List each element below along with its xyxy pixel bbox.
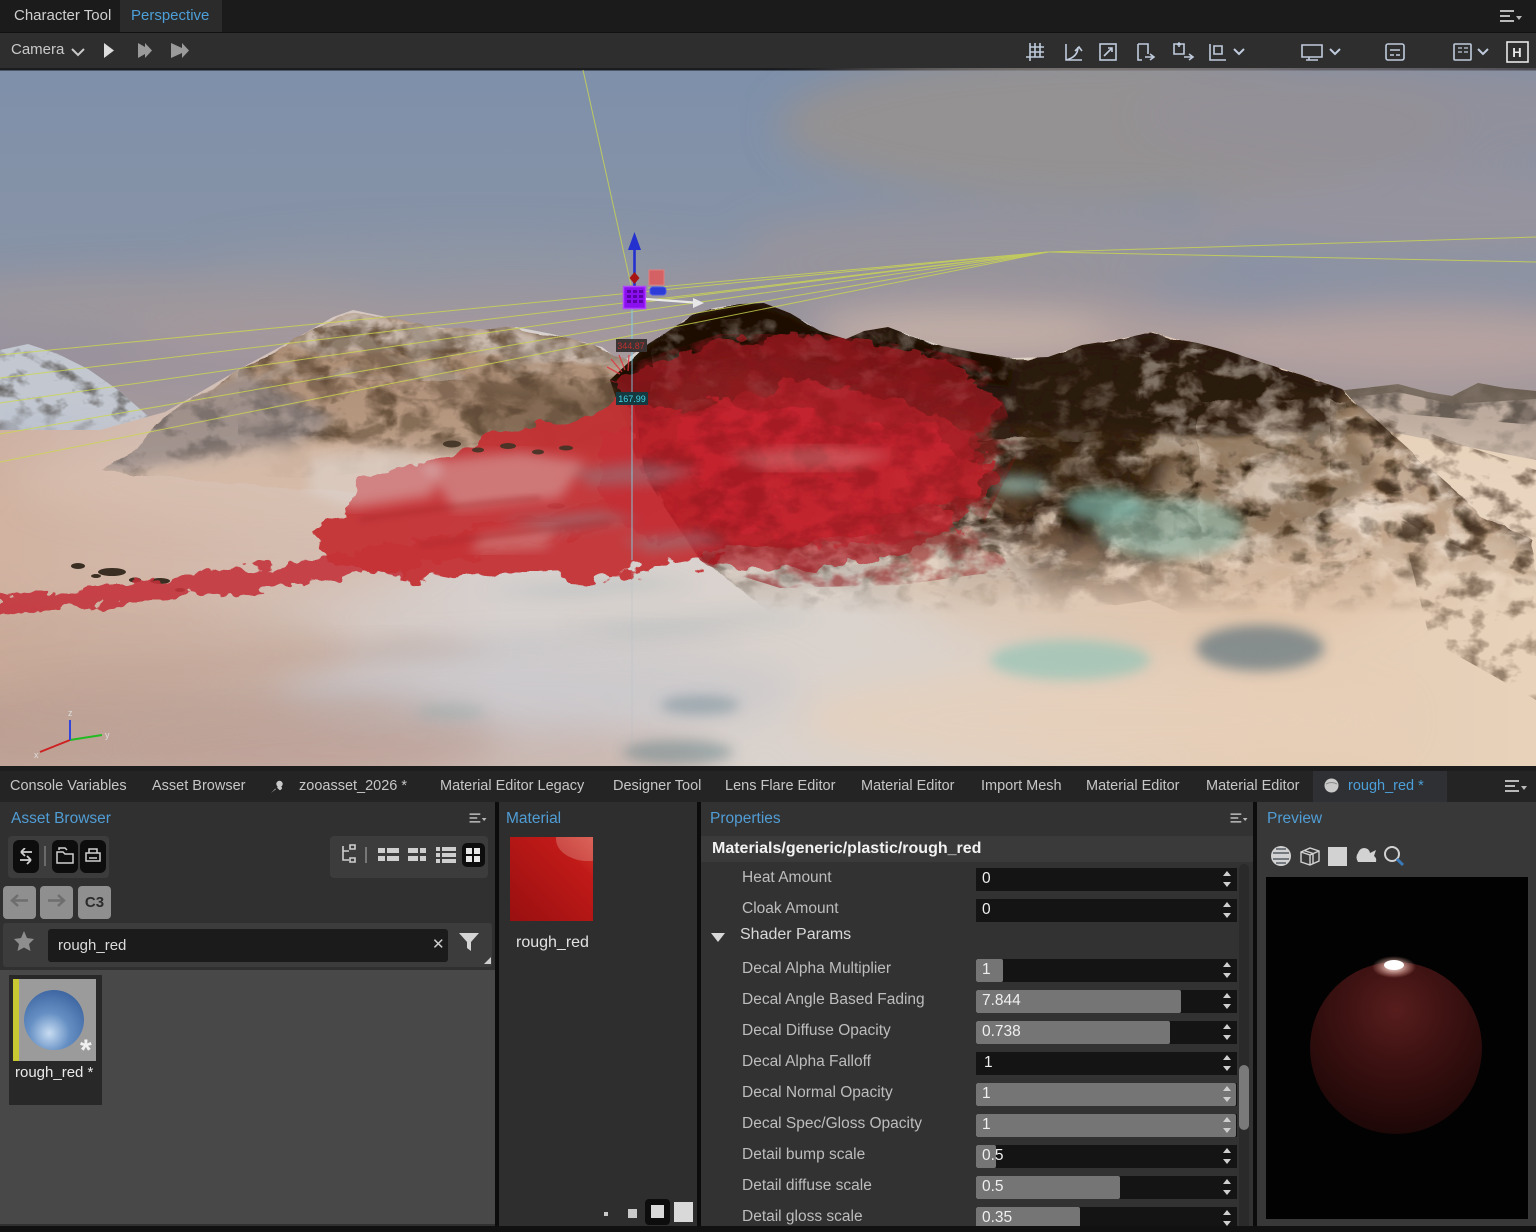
svg-text:x: x (34, 750, 39, 760)
svg-text:344.87: 344.87 (617, 341, 645, 351)
svg-text:z: z (68, 708, 73, 718)
svg-text:167.99: 167.99 (618, 394, 646, 404)
svg-text:y: y (105, 730, 110, 740)
svg-text:H: H (1512, 45, 1521, 60)
